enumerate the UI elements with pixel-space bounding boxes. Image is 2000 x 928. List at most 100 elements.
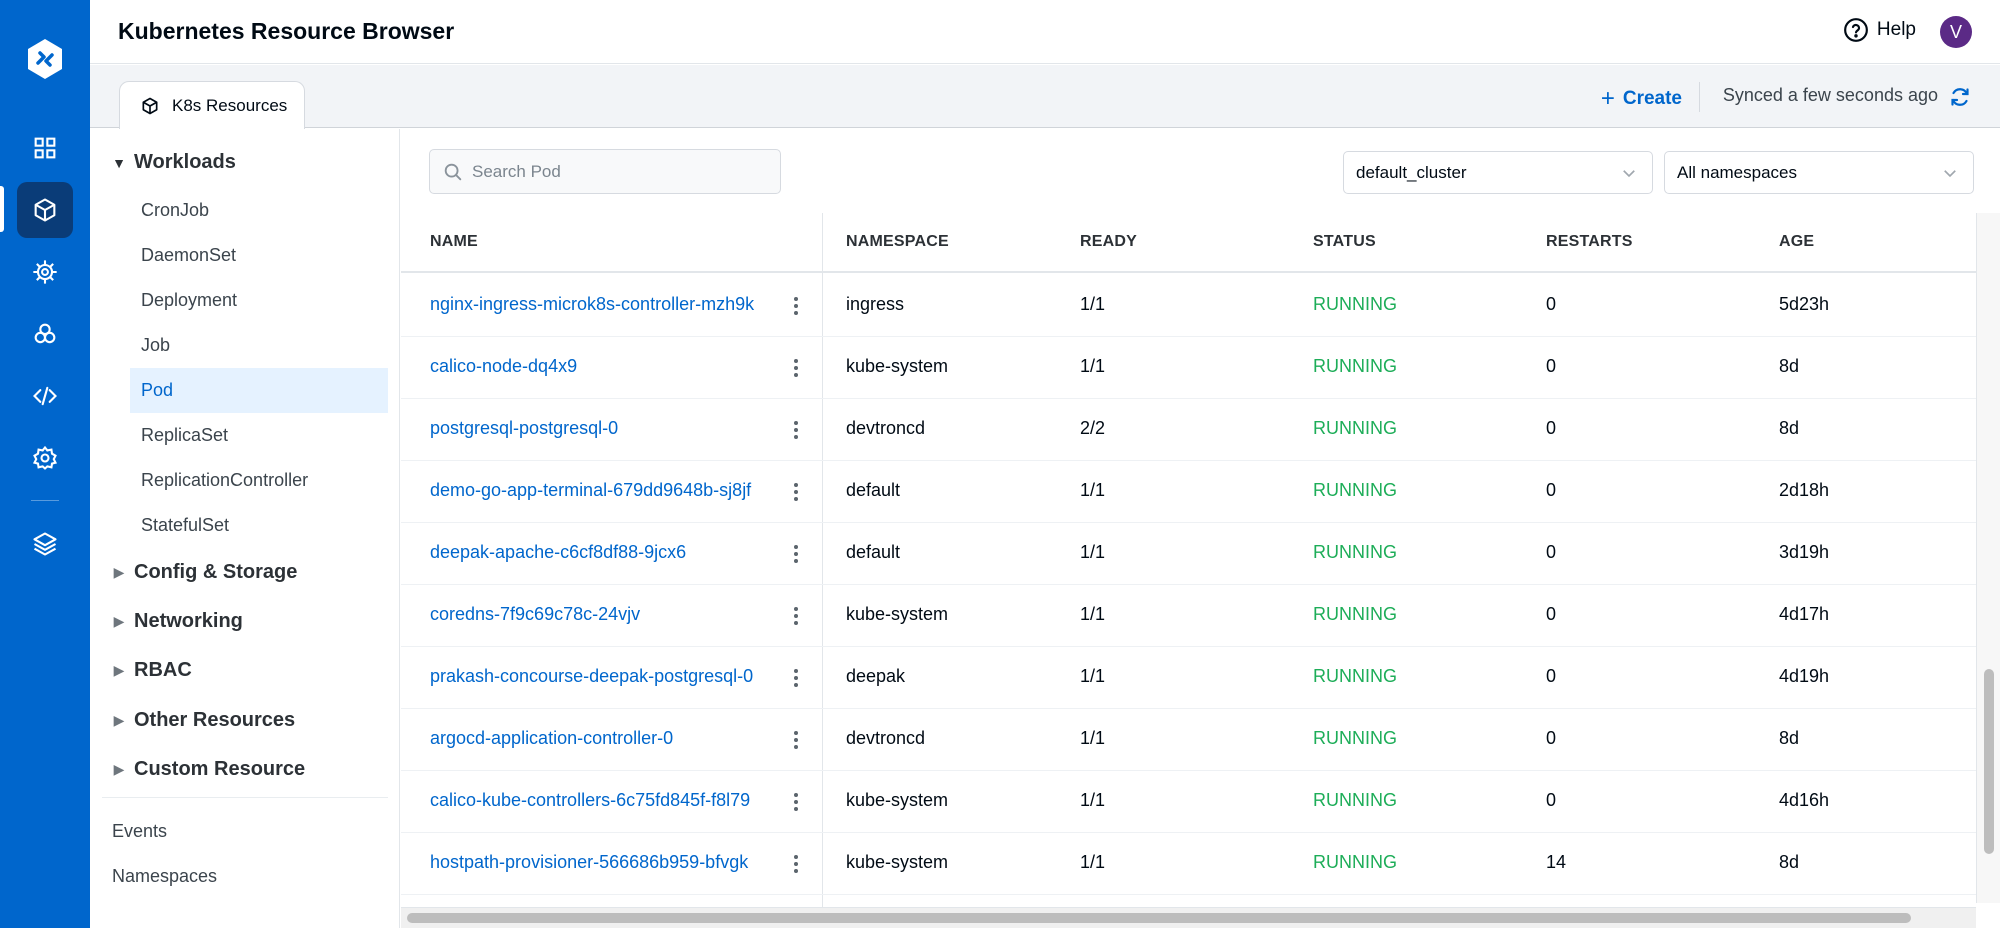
more-options-icon[interactable] [791,295,801,317]
more-options-icon[interactable] [791,729,801,751]
search-input[interactable] [472,161,772,182]
layers-icon [33,532,57,556]
pod-restarts: 14 [1546,852,1567,872]
pod-age: 8d [1779,852,1800,872]
more-options-icon[interactable] [791,605,801,627]
plus-icon: + [1600,85,1615,112]
create-label: Create [1622,88,1682,109]
pod-status: RUNNING [1313,604,1397,624]
pod-age: 8d [1779,728,1800,748]
tree-group-rbac[interactable]: ▶ RBAC [110,659,192,682]
more-options-icon[interactable] [791,667,801,689]
pod-status: RUNNING [1313,852,1397,872]
tree-group-custom-resource[interactable]: ▶ Custom Resource [110,758,306,781]
user-avatar[interactable]: V [1940,16,1972,48]
table-row[interactable]: deepak-apache-c6cf8df88-9jcx6 default 1/1 R… [401,523,1976,585]
help-button[interactable]: Help [1843,17,1916,43]
pod-namespace: kube-system [846,604,949,624]
chevron-down-icon [1944,170,1956,178]
more-options-icon[interactable] [791,419,801,441]
tree-item-events[interactable]: Events [112,821,167,842]
pod-namespace: ingress [846,294,905,314]
pod-ready: 1/1 [1080,480,1106,500]
table-row[interactable]: demo-go-app-terminal-679dd9648b-sj8jf def… [401,461,1976,523]
column-header-age[interactable]: AGE [1779,233,1814,251]
pod-name-link[interactable]: deepak-apache-c6cf8df88-9jcx6 [430,542,686,563]
horizontal-scrollbar-thumb[interactable] [407,913,1911,923]
tab-k8s-resources[interactable]: K8s Resources [119,81,305,129]
tree-item-replicaset[interactable]: ReplicaSet [130,413,388,458]
tree-group-other-resources[interactable]: ▶ Other Resources [110,709,296,732]
pod-ready: 1/1 [1080,356,1106,376]
pod-age: 2d18h [1779,480,1830,500]
pod-name-link[interactable]: hostpath-provisioner-566686b959-bfvgk [430,852,748,873]
column-header-restarts[interactable]: RESTARTS [1546,233,1633,251]
table-row[interactable]: calico-kube-controllers-6c75fd845f-f8l79… [401,771,1976,833]
pod-name-link[interactable]: calico-node-dq4x9 [430,356,577,377]
pod-age: 8d [1779,356,1800,376]
tree-group-config-storage[interactable]: ▶ Config & Storage [110,561,298,584]
table-row[interactable]: calico-node-dq4x9 kube-system 1/1 RUNNING 0 8… [401,337,1976,399]
table-row[interactable]: prakash-concourse-deepak-postgresql-0 dee… [401,647,1976,709]
tree-item-statefulset[interactable]: StatefulSet [130,503,388,548]
table-row[interactable]: argocd-application-controller-0 devtroncd… [401,709,1976,771]
column-header-namespace[interactable]: NAMESPACE [846,233,949,251]
more-options-icon[interactable] [791,357,801,379]
table-row[interactable]: hostpath-provisioner-566686b959-bfvgk kub… [401,833,1976,895]
nav-resource-browser-button[interactable] [17,182,73,238]
more-options-icon[interactable] [791,853,801,875]
table-row[interactable]: nginx-ingress-microk8s-controller-mzh9k i… [401,275,1976,337]
tree-item-job[interactable]: Job [130,323,388,368]
table-row[interactable]: coredns-7f9c69c78c-24vjv kube-system 1/1 RU… [401,585,1976,647]
pod-name-link[interactable]: demo-go-app-terminal-679dd9648b-sj8jf [430,480,751,501]
vertical-scrollbar-thumb[interactable] [1984,669,1994,854]
refresh-icon[interactable] [1948,85,1972,109]
tree-item-daemonset[interactable]: DaemonSet [130,233,388,278]
namespace-select[interactable]: All namespaces [1664,151,1974,194]
pod-name-link[interactable]: calico-kube-controllers-6c75fd845f-f8l79 [430,790,750,811]
pod-ready: 1/1 [1080,604,1106,624]
tree-item-replicationcontroller[interactable]: ReplicationController [130,458,388,503]
pod-name-link[interactable]: prakash-concourse-deepak-postgresql-0 [430,666,753,687]
group-label: Networking [134,610,243,632]
cube-icon [142,97,158,114]
pod-name-link[interactable]: coredns-7f9c69c78c-24vjv [430,604,640,625]
column-header-name[interactable]: NAME [430,233,478,251]
column-header-status[interactable]: STATUS [1313,233,1376,251]
pod-namespace: kube-system [846,356,949,376]
tree-group-networking[interactable]: ▶ Networking [110,610,243,633]
pod-status: RUNNING [1313,418,1397,438]
tree-item-deployment[interactable]: Deployment [130,278,388,323]
pod-name-link[interactable]: argocd-application-controller-0 [430,728,673,749]
page-title: Kubernetes Resource Browser [118,18,455,44]
pod-name-link[interactable]: postgresql-postgresql-0 [430,418,618,439]
column-header-ready[interactable]: READY [1080,233,1137,251]
table-row[interactable]: postgresql-postgresql-0 devtroncd 2/2 RUNNI… [401,399,1976,461]
pod-name-link[interactable]: nginx-ingress-microk8s-controller-mzh9k [430,294,754,315]
pod-namespace: devtroncd [846,418,926,438]
devtron-logo-icon[interactable] [22,36,68,82]
nav-code-button[interactable] [17,368,73,424]
pod-namespace: kube-system [846,790,949,810]
tree-item-cronjob[interactable]: CronJob [130,188,388,233]
more-options-icon[interactable] [791,543,801,565]
nav-settings-button[interactable] [17,430,73,486]
pod-ready: 1/1 [1080,728,1106,748]
nav-applications-button[interactable] [17,120,73,176]
tab-bar: K8s Resources + Create Synced a few seco… [90,65,2000,129]
pod-ready: 1/1 [1080,666,1106,686]
search-box[interactable] [429,149,781,194]
tree-item-pod[interactable]: Pod [130,368,388,413]
tree-group-workloads[interactable]: ▼ Workloads [110,151,236,174]
create-button[interactable]: + Create [1601,85,1682,113]
nav-stack-manager-button[interactable] [17,516,73,572]
cluster-select[interactable]: default_cluster [1343,151,1653,194]
nav-charts-button[interactable] [17,244,73,300]
help-circle-icon [1844,18,1868,42]
more-options-icon[interactable] [791,481,801,503]
code-icon [33,386,57,406]
pod-ready: 1/1 [1080,294,1106,314]
tree-item-namespaces[interactable]: Namespaces [112,866,217,887]
more-options-icon[interactable] [791,791,801,813]
nav-clusters-button[interactable] [17,306,73,362]
